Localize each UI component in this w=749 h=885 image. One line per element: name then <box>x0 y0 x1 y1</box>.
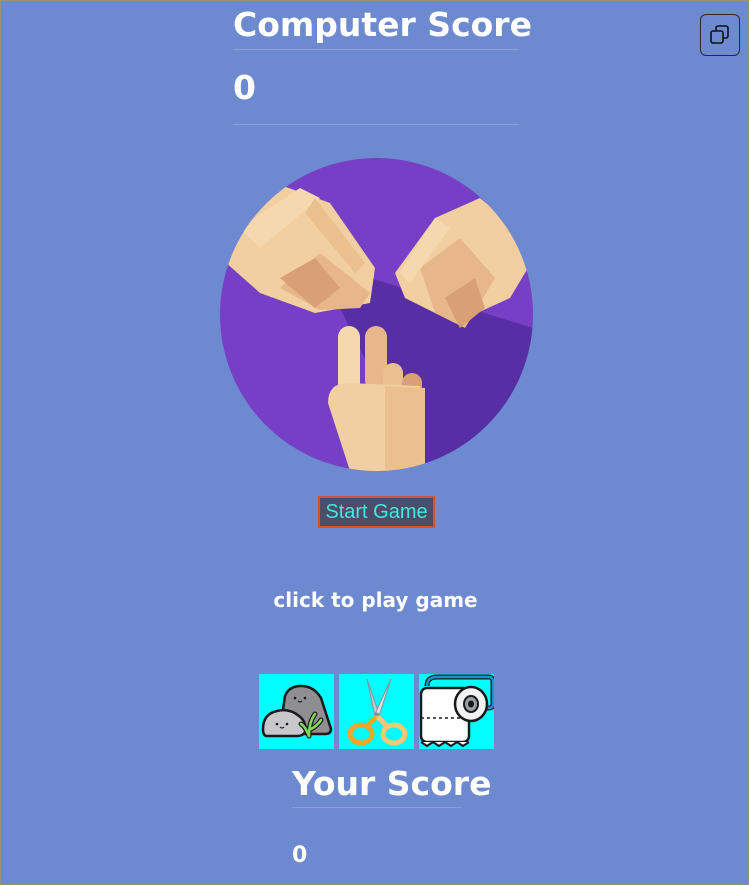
rock-paper-scissors-hands-image <box>220 158 533 471</box>
scissors-icon <box>347 678 408 746</box>
rock-choice-button[interactable] <box>259 674 334 749</box>
computer-score-section: Computer Score 0 <box>233 1 532 125</box>
divider <box>292 807 461 808</box>
player-score-value: 0 <box>292 843 308 868</box>
divider <box>233 124 519 125</box>
divider <box>233 49 519 50</box>
player-score-title: Your Score <box>292 764 492 803</box>
computer-score-value: 0 <box>233 68 256 107</box>
player-score-section: Your Score 0 <box>292 761 492 871</box>
scissors-choice-button[interactable] <box>339 674 414 749</box>
paper-choice-button[interactable] <box>419 674 494 749</box>
copy-icon <box>710 25 729 44</box>
game-status-text: click to play game <box>273 588 478 612</box>
start-game-button[interactable]: Start Game <box>318 496 435 528</box>
toilet-paper-icon <box>419 674 494 748</box>
computer-score-title: Computer Score <box>233 5 532 44</box>
rock-icon <box>261 684 333 739</box>
copy-button[interactable] <box>700 14 740 56</box>
